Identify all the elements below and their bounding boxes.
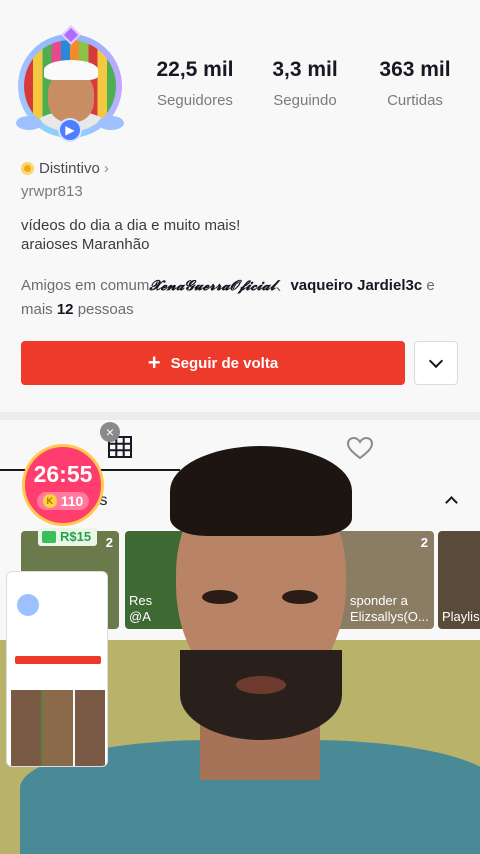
profile-header: ▶ 22,5 mil Seguidores 3,3 mil Seguindo 3… bbox=[0, 0, 480, 412]
timer-text: 26:55 bbox=[33, 461, 93, 487]
follow-back-button[interactable]: + Seguir de volta bbox=[21, 341, 405, 385]
following-stat[interactable]: 3,3 mil Seguindo bbox=[250, 58, 360, 109]
plus-icon: + bbox=[147, 350, 161, 375]
profile-stats: 22,5 mil Seguidores 3,3 mil Seguindo 363… bbox=[140, 58, 470, 109]
live-badge-icon: ▶ bbox=[58, 118, 82, 142]
badge-link[interactable]: Distintivo › bbox=[21, 160, 109, 177]
suggestions-toggle-button[interactable] bbox=[414, 341, 458, 385]
chevron-up-icon[interactable] bbox=[445, 496, 458, 509]
likes-count: 363 mil bbox=[379, 58, 451, 81]
badge-label: Distintivo bbox=[39, 160, 100, 177]
mutual-friends-and: e bbox=[422, 277, 435, 294]
mini-screenshot-preview[interactable] bbox=[6, 571, 108, 767]
avatar[interactable]: ▶ bbox=[14, 25, 126, 142]
separator: 、 bbox=[275, 277, 291, 294]
playlist-caption: sponder a Elizsallys(O... bbox=[350, 593, 429, 624]
chevron-down-icon bbox=[428, 353, 444, 368]
live-camera-overlay bbox=[20, 440, 480, 854]
likes-label: Curtidas bbox=[387, 92, 443, 109]
coin-icon: K bbox=[42, 494, 57, 508]
section-divider bbox=[0, 412, 480, 420]
bio-line: araioses Maranhão bbox=[21, 236, 150, 253]
cash-icon bbox=[42, 531, 56, 543]
bio: vídeos do dia a dia e muito mais! araios… bbox=[21, 216, 240, 254]
following-count: 3,3 mil bbox=[272, 58, 338, 81]
reward-amount: R$15 bbox=[60, 529, 92, 544]
bio-line: vídeos do dia a dia e muito mais! bbox=[21, 217, 241, 234]
playlist-count: 2 bbox=[105, 535, 113, 550]
followers-label: Seguidores bbox=[157, 92, 233, 109]
mutual-friend-name[interactable]: vaqueiro Jardiel3c bbox=[290, 277, 422, 294]
playlist-card[interactable]: Playlis bbox=[438, 531, 480, 629]
mutual-friends-more-prefix: mais bbox=[21, 301, 57, 318]
badge-icon bbox=[21, 162, 34, 175]
playlist-count: 2 bbox=[420, 535, 428, 550]
following-label: Seguindo bbox=[273, 92, 337, 109]
mutual-friends-count: 12 bbox=[56, 301, 74, 318]
username: yrwpr813 bbox=[21, 183, 83, 200]
likes-stat[interactable]: 363 mil Curtidas bbox=[360, 58, 470, 109]
close-icon[interactable]: × bbox=[100, 422, 120, 442]
followers-count: 22,5 mil bbox=[156, 58, 234, 81]
mutual-friends-more-suffix: pessoas bbox=[73, 301, 134, 318]
follow-back-label: Seguir de volta bbox=[170, 354, 279, 372]
reward-badge: R$15 bbox=[38, 528, 98, 546]
chevron-right-icon: › bbox=[103, 160, 109, 177]
playlist-caption: Playlis bbox=[442, 609, 480, 624]
reward-timer[interactable]: 26:55 K 110 bbox=[22, 444, 104, 526]
wing-icon bbox=[16, 116, 42, 130]
coin-count: 110 bbox=[60, 493, 84, 509]
followers-stat[interactable]: 22,5 mil Seguidores bbox=[140, 58, 250, 109]
mutual-friends[interactable]: Amigos em comum𝓧𝓮𝓷𝓪𝓖𝓾𝓮𝓻𝓻𝓪𝓞𝓯𝓲𝓬𝓲𝓪𝓵、vaqueir… bbox=[21, 274, 461, 321]
wing-icon bbox=[98, 116, 124, 130]
mutual-friends-prefix: Amigos em comum bbox=[21, 277, 150, 294]
coin-balance: K 110 bbox=[36, 492, 90, 510]
mutual-friend-name[interactable]: 𝓧𝓮𝓷𝓪𝓖𝓾𝓮𝓻𝓻𝓪𝓞𝓯𝓲𝓬𝓲𝓪𝓵 bbox=[149, 278, 275, 294]
